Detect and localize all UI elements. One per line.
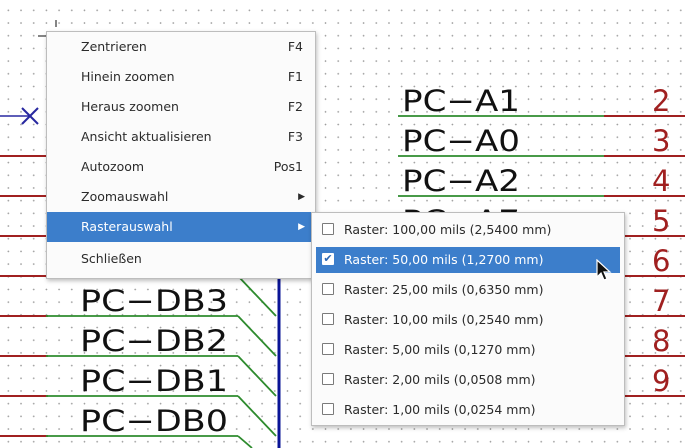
grid-option-label: Raster: 25,00 mils (0,6350 mm) xyxy=(344,282,544,297)
menu-item-zoom-in[interactable]: Hinein zoomen F1 xyxy=(47,62,315,92)
menu-item-shortcut: Pos1 xyxy=(273,159,303,174)
menu-item-label: Zoomauswahl xyxy=(81,189,169,204)
menu-item-shortcut: F4 xyxy=(287,39,303,54)
checkbox[interactable] xyxy=(322,313,334,325)
menu-item-zoom-select[interactable]: Zoomauswahl ▶ xyxy=(47,182,315,212)
pin-number: 4 xyxy=(652,164,670,198)
submenu-arrow-icon: ▶ xyxy=(298,192,305,202)
menu-item-shortcut: F2 xyxy=(287,99,303,114)
net-label: PC−DB0 xyxy=(80,404,228,438)
context-menu: Zentrieren F4 Hinein zoomen F1 Heraus zo… xyxy=(46,31,316,279)
menu-item-refresh-view[interactable]: Ansicht aktualisieren F3 xyxy=(47,122,315,152)
grid-option-label: Raster: 50,00 mils (1,2700 mm) xyxy=(344,252,544,267)
menu-item-label: Schließen xyxy=(81,251,142,266)
menu-item-grid-select[interactable]: Rasterauswahl ▶ xyxy=(47,212,315,242)
checkbox[interactable] xyxy=(322,223,334,235)
menu-item-label: Autozoom xyxy=(81,159,145,174)
grid-option[interactable]: Raster: 1,00 mils (0,0254 mm) xyxy=(316,397,620,423)
net-label: PC−DB1 xyxy=(80,364,228,398)
grid-option[interactable]: ✔ Raster: 50,00 mils (1,2700 mm) xyxy=(316,247,620,273)
grid-option-label: Raster: 5,00 mils (0,1270 mm) xyxy=(344,342,536,357)
pin-number: 7 xyxy=(652,284,670,318)
grid-option[interactable]: Raster: 2,00 mils (0,0508 mm) xyxy=(316,367,620,393)
menu-item-zoom-out[interactable]: Heraus zoomen F2 xyxy=(47,92,315,122)
menu-item-close[interactable]: Schließen xyxy=(47,244,315,274)
menu-item-shortcut: F1 xyxy=(287,69,303,84)
checkbox[interactable] xyxy=(322,403,334,415)
menu-item-label: Zentrieren xyxy=(81,39,147,54)
menu-item-label: Heraus zoomen xyxy=(81,99,179,114)
checkbox[interactable] xyxy=(322,283,334,295)
checkbox[interactable] xyxy=(322,343,334,355)
net-label: PC−A2 xyxy=(402,164,520,198)
menu-item-label: Ansicht aktualisieren xyxy=(81,129,212,144)
checkbox-checked[interactable]: ✔ xyxy=(322,253,334,265)
net-label: PC−A0 xyxy=(402,124,520,158)
pin-number: 5 xyxy=(652,204,670,238)
pin-number: 6 xyxy=(652,244,670,278)
menu-item-shortcut: F3 xyxy=(287,129,303,144)
submenu-arrow-icon: ▶ xyxy=(298,222,305,232)
grid-option-label: Raster: 1,00 mils (0,0254 mm) xyxy=(344,402,536,417)
grid-option-label: Raster: 100,00 mils (2,5400 mm) xyxy=(344,222,552,237)
net-label: PC−A1 xyxy=(402,84,520,118)
menu-item-autozoom[interactable]: Autozoom Pos1 xyxy=(47,152,315,182)
grid-option[interactable]: Raster: 100,00 mils (2,5400 mm) xyxy=(316,217,620,243)
net-label: PC−DB2 xyxy=(80,324,228,358)
grid-submenu: Raster: 100,00 mils (2,5400 mm) ✔ Raster… xyxy=(311,212,625,426)
grid-option-label: Raster: 10,00 mils (0,2540 mm) xyxy=(344,312,544,327)
pin-number: 8 xyxy=(652,324,670,358)
grid-option[interactable]: Raster: 25,00 mils (0,6350 mm) xyxy=(316,277,620,303)
checkbox[interactable] xyxy=(322,373,334,385)
menu-item-label: Rasterauswahl xyxy=(81,219,173,234)
grid-option[interactable]: Raster: 5,00 mils (0,1270 mm) xyxy=(316,337,620,363)
mouse-cursor-icon xyxy=(596,259,612,281)
pin-number: 3 xyxy=(652,124,670,158)
menu-item-center[interactable]: Zentrieren F4 xyxy=(47,32,315,62)
pin-number: 9 xyxy=(652,364,670,398)
grid-option[interactable]: Raster: 10,00 mils (0,2540 mm) xyxy=(316,307,620,333)
pin-number: 2 xyxy=(652,84,670,118)
grid-option-label: Raster: 2,00 mils (0,0508 mm) xyxy=(344,372,536,387)
menu-item-label: Hinein zoomen xyxy=(81,69,175,84)
net-label: PC−DB3 xyxy=(80,284,228,318)
